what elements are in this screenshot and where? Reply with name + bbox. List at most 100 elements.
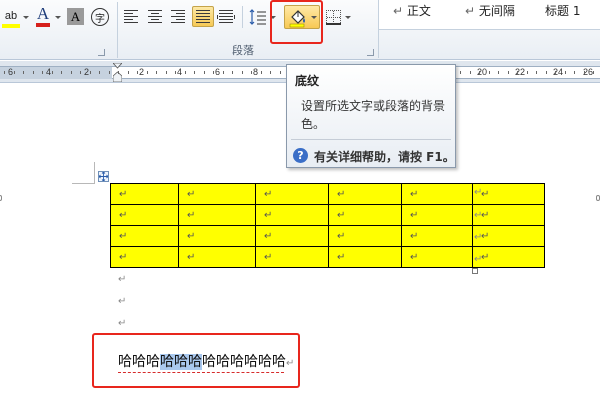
ruler-tick [166,71,167,74]
ruler-tick [14,71,15,74]
ruler-tick [546,71,547,74]
character-shading-letter: A [70,8,81,24]
text-highlight-button[interactable]: ab [0,8,22,28]
distributed-icon[interactable] [217,10,235,24]
table-cell[interactable]: ↵ [255,225,329,247]
ruler-tick [23,71,24,74]
tooltip-divider [291,139,451,140]
enclose-characters-button[interactable]: 字 [91,8,109,26]
ruler-number: 6 [215,67,221,77]
table-cell[interactable]: ↵ [110,225,179,247]
table-cell[interactable]: ↵ [328,204,402,226]
table-cell[interactable]: ↵ [472,225,545,247]
ruler-tick [508,71,509,74]
table-cell[interactable]: ↵ [178,246,256,268]
paragraph-mark: ↵ [118,296,127,307]
paragraph-group: 段落 [98,0,378,60]
tooltip-help-text: 有关详细帮助，请按 F1。 [314,150,455,164]
paragraph-dialog-launcher[interactable] [367,49,374,56]
align-right-icon[interactable] [171,10,187,24]
table-cell[interactable]: ↵ [472,246,545,268]
table-cell[interactable]: ↵ [401,225,473,247]
align-center-icon[interactable] [148,10,164,24]
ruler-number: 2 [84,67,90,77]
table-cell[interactable]: ↵ [178,225,256,247]
align-left-icon[interactable] [124,10,140,24]
ruler-tick [99,71,100,74]
ruler-tick [242,71,243,74]
page-corner-mark [94,162,95,184]
style-heading-1[interactable]: 标题 1 [545,2,580,19]
table-cell[interactable]: ↵ [178,183,256,205]
highlight-dropdown-arrow[interactable] [23,16,29,19]
style-no-spacing[interactable]: ↵ 无间隔 [465,2,515,19]
borders-icon[interactable] [326,10,341,25]
ruler-tick [118,71,119,74]
table-resize-handle[interactable] [472,268,478,274]
ruler-tick [71,71,72,74]
ruler-number: 4 [177,67,183,77]
ruler-tick [175,71,176,74]
table-cell[interactable]: ↵ [401,246,473,268]
page-edge-dot [0,195,2,201]
paragraph-group-label: 段落 [232,44,254,57]
character-shading-button[interactable]: A [67,8,84,25]
style-mark: ↵ [465,4,476,18]
table-cell[interactable]: ↵ [110,204,179,226]
table-cell[interactable]: ↵ [328,225,402,247]
table-cell[interactable]: ↵ [328,246,402,268]
shading-tooltip: 底纹 设置所选文字或段落的背景色。 ? 有关详细帮助，请按 F1。 [286,64,456,168]
group-sep-inner [242,6,243,28]
table-cell[interactable]: ↵ [178,204,256,226]
ruler-margin-left [0,67,112,79]
line-spacing-icon[interactable] [249,8,267,26]
table-cell[interactable]: ↵ [328,183,402,205]
table-cell[interactable]: ↵ [401,204,473,226]
borders-dropdown-arrow[interactable] [345,16,351,19]
tooltip-title: 底纹 [295,74,320,88]
table-cell[interactable]: ↵ [401,183,473,205]
font-dialog-launcher[interactable] [98,49,105,56]
ruler-tick [109,71,110,74]
table-move-handle[interactable] [98,171,109,182]
ruler-number: 4 [46,67,52,77]
ruler-tick [555,71,556,74]
ruler-tick [584,71,585,74]
font-color-button[interactable]: A [34,4,52,27]
ruler-tick [194,71,195,74]
help-icon: ? [293,148,308,163]
style-label: 标题 1 [545,4,581,18]
table-cell[interactable]: ↵ [255,246,329,268]
table-cell[interactable]: ↵ [110,246,179,268]
ruler-number: 6 [8,67,14,77]
ruler-tick [80,71,81,74]
table-cell[interactable]: ↵ [472,204,545,226]
ruler-tick [156,71,157,74]
table-cell[interactable]: ↵ [255,204,329,226]
justify-button[interactable] [192,6,214,27]
text-highlight-box [92,333,300,388]
ruler-tick [52,71,53,74]
table-cell[interactable]: ↵ [472,183,545,205]
ruler-tick [4,71,5,74]
font-color-dropdown-arrow[interactable] [55,16,61,19]
highlight-color-bar [2,24,20,28]
ruler-tick [261,71,262,74]
table-cell[interactable]: ↵ [255,183,329,205]
shading-highlight-box [270,0,323,44]
ruler-tick [536,71,537,74]
font-color-bar [36,23,50,27]
table-cell[interactable]: ↵ [110,183,179,205]
style-label: 正文 [406,4,431,18]
ruler-tick [128,71,129,74]
ruler-tick [232,71,233,74]
ruler-tick [527,71,528,74]
ruler-tick [479,71,480,74]
ruler-tick [593,71,594,74]
ruler-tick [185,71,186,74]
justify-icon [196,10,212,24]
row-end-mark: ↵ [474,254,483,265]
paragraph-mark: ↵ [118,274,127,285]
ruler-tick [204,71,205,74]
style-normal[interactable]: ↵ 正文 [393,2,431,19]
